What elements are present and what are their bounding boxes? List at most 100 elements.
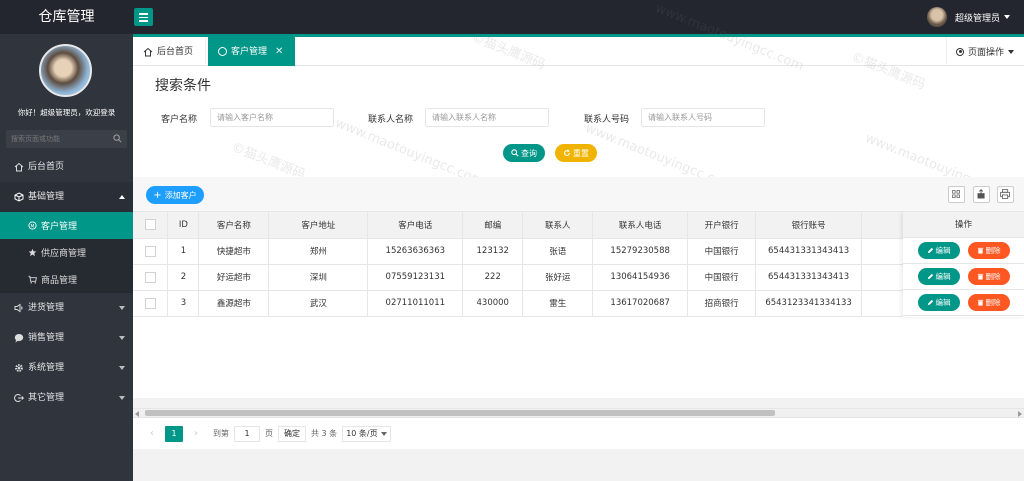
columns-filter-button[interactable]	[948, 186, 965, 203]
sidebar-item-basic[interactable]: 基础管理	[0, 182, 133, 212]
cell-bank: 中国银行	[687, 264, 757, 291]
page-number-current[interactable]: 1	[165, 425, 183, 442]
select-all-cell[interactable]	[133, 212, 169, 239]
row-actions: 编辑 删除	[903, 264, 1024, 290]
edit-button[interactable]: 编辑	[917, 242, 960, 259]
sidebar-item-products[interactable]: 商品管理	[0, 266, 133, 293]
row-checkbox[interactable]	[144, 297, 156, 309]
refresh-icon	[564, 149, 570, 156]
cell-account: 654431331343413	[755, 238, 863, 265]
trash-icon	[977, 299, 983, 306]
search-title: 搜索条件	[155, 78, 211, 94]
page-size-select[interactable]: 10 条/页	[342, 425, 391, 442]
sidebar-search-input[interactable]: 搜索页面或功能	[6, 130, 127, 148]
cell-zip: 123132	[462, 238, 524, 265]
reset-button[interactable]: 重置	[555, 144, 597, 162]
sidebar-item-purchase[interactable]: 进货管理	[0, 293, 133, 323]
page-operations-dropdown[interactable]: 页面操作	[946, 37, 1024, 66]
columns-icon	[952, 190, 960, 198]
sidebar-item-other[interactable]: 其它管理	[0, 383, 133, 413]
cell-contact: 张好运	[522, 264, 594, 291]
row-checkbox[interactable]	[144, 245, 156, 257]
trash-icon	[977, 247, 983, 254]
edit-button[interactable]: 编辑	[917, 268, 960, 285]
avatar	[926, 7, 947, 27]
tab-customers[interactable]: 客户管理 ✕	[208, 37, 295, 66]
pencil-icon	[927, 247, 933, 254]
chevron-down-icon	[119, 336, 125, 340]
home-icon	[14, 162, 24, 172]
query-button[interactable]: 查询	[503, 144, 545, 162]
column-header[interactable]: 客户电话	[367, 212, 464, 239]
table-panel: + 添加客户 ID 客户名称 客户地址 客户电话 邮编 联系人 联系人电话 开户…	[133, 177, 1024, 481]
next-page-icon[interactable]: ›	[189, 428, 203, 439]
sidebar-item-sales[interactable]: 销售管理	[0, 323, 133, 353]
delete-button[interactable]: 删除	[967, 294, 1010, 311]
cell-address: 郑州	[268, 238, 369, 265]
scroll-thumb[interactable]	[145, 410, 775, 416]
chevron-down-icon	[119, 306, 125, 310]
column-header[interactable]: 联系人电话	[592, 212, 689, 239]
select-all-checkbox[interactable]	[144, 219, 156, 231]
goto-page-input[interactable]: 1	[234, 425, 260, 442]
tab-label: 后台首页	[157, 46, 194, 57]
horizontal-scrollbar[interactable]	[133, 408, 1024, 417]
cell-bank: 中国银行	[687, 238, 757, 265]
page-size-label: 10 条/页	[346, 428, 378, 438]
table-row[interactable]: 1 快捷超市 郑州 15263636363 123132 张语 15279230…	[133, 238, 1024, 265]
cell-contact: 雷生	[522, 290, 594, 317]
chevron-down-icon	[1008, 49, 1015, 54]
column-header[interactable]: 联系人	[522, 212, 594, 239]
cell-id: 1	[167, 238, 200, 265]
sidebar-item-suppliers[interactable]: 供应商管理	[0, 239, 133, 266]
circle-icon: M	[28, 221, 37, 230]
column-header[interactable]: 银行账号	[755, 212, 863, 239]
sidebar-item-home[interactable]: 后台首页	[0, 152, 133, 182]
row-checkbox[interactable]	[144, 271, 156, 283]
column-header[interactable]: 邮编	[462, 212, 524, 239]
goto-confirm-button[interactable]: 确定	[278, 425, 306, 442]
app-title: 仓库管理	[38, 9, 95, 25]
search-icon	[511, 149, 519, 157]
sidebar-item-customers[interactable]: M 客户管理	[0, 212, 133, 239]
export-button[interactable]	[973, 186, 990, 203]
user-menu[interactable]: 超级管理员	[926, 0, 1010, 34]
delete-button[interactable]: 删除	[967, 242, 1010, 259]
tab-home[interactable]: 后台首页	[133, 37, 206, 66]
menu-toggle-button[interactable]	[134, 8, 153, 26]
search-icon	[113, 134, 122, 143]
column-header[interactable]: 客户名称	[198, 212, 270, 239]
sidebar-item-system[interactable]: 系统管理	[0, 353, 133, 383]
contact-phone-input[interactable]	[641, 108, 765, 127]
edit-label: 编辑	[935, 246, 951, 255]
table-row[interactable]: 2 好运超市 深圳 07559123131 222 张好运 1306415493…	[133, 264, 1024, 291]
edit-button[interactable]: 编辑	[917, 294, 960, 311]
table-row[interactable]: 3 鑫源超市 武汉 02711011011 430000 雷生 13617020…	[133, 290, 1024, 317]
column-header[interactable]: ID	[167, 212, 200, 239]
contact-name-label: 联系人名称	[368, 115, 414, 125]
cell-phone: 02711011011	[367, 290, 464, 317]
customer-name-input[interactable]	[210, 108, 334, 127]
sidebar-item-label: 商品管理	[41, 276, 78, 286]
chevron-down-icon	[1004, 15, 1010, 19]
close-icon[interactable]: ✕	[275, 38, 283, 66]
print-button[interactable]	[997, 186, 1014, 203]
add-customer-button[interactable]: + 添加客户	[146, 186, 204, 204]
prev-page-icon[interactable]: ‹	[145, 428, 159, 439]
table-toolbar: + 添加客户	[133, 177, 1024, 212]
column-header[interactable]: 开户银行	[687, 212, 757, 239]
cell-contact-phone: 13064154936	[592, 264, 689, 291]
tabs-bar: 后台首页 客户管理 ✕ 页面操作	[133, 34, 1024, 66]
column-header[interactable]: 客户地址	[268, 212, 369, 239]
plus-icon: +	[153, 189, 162, 201]
delete-label: 删除	[985, 246, 1001, 255]
cell-zip: 430000	[462, 290, 524, 317]
sidebar-item-label: 后台首页	[28, 162, 65, 172]
delete-button[interactable]: 删除	[967, 268, 1010, 285]
query-label: 查询	[521, 148, 537, 158]
contact-name-input[interactable]	[425, 108, 549, 127]
chevron-up-icon	[119, 195, 125, 199]
cell-address: 武汉	[268, 290, 369, 317]
chat-icon	[14, 334, 24, 343]
speaker-icon	[14, 303, 23, 313]
